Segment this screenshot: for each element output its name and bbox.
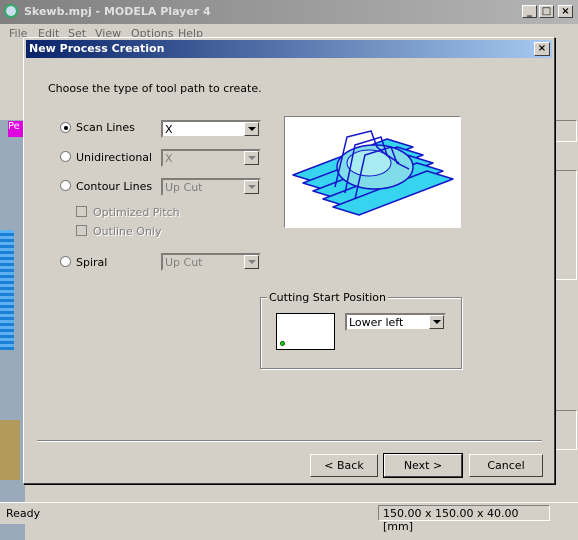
new-process-dialog: New Process Creation × Choose the type o… bbox=[23, 37, 555, 484]
start-position-marker bbox=[280, 341, 285, 346]
dialog-close-button[interactable]: × bbox=[534, 42, 550, 56]
chevron-down-icon[interactable] bbox=[244, 255, 259, 269]
dialog-separator bbox=[37, 440, 542, 442]
dialog-title: New Process Creation bbox=[29, 42, 165, 55]
outline-only-checkbox[interactable] bbox=[76, 225, 87, 236]
start-position-preview bbox=[276, 313, 335, 350]
contour-lines-cut-select[interactable]: Up Cut bbox=[161, 178, 261, 196]
unidirectional-radio[interactable] bbox=[60, 151, 71, 162]
model-viewport[interactable] bbox=[0, 120, 25, 540]
status-bar: Ready 150.00 x 150.00 x 40.00 [mm] bbox=[0, 502, 578, 533]
scan-lines-illustration bbox=[292, 130, 454, 216]
panel-dropdown[interactable] bbox=[555, 120, 577, 142]
scan-lines-radio[interactable] bbox=[60, 122, 71, 133]
unidirectional-label: Unidirectional bbox=[76, 151, 153, 164]
model-graphic bbox=[0, 420, 20, 480]
optimized-pitch-checkbox[interactable] bbox=[76, 206, 87, 217]
contour-lines-cut-value: Up Cut bbox=[165, 181, 203, 194]
unidirectional-direction-select[interactable]: X bbox=[161, 149, 261, 167]
cutting-start-select[interactable]: Lower left bbox=[345, 313, 446, 331]
app-title-bar: Skewb.mpj - MODELA Player 4 _ □ × bbox=[0, 0, 578, 24]
spiral-label: Spiral bbox=[76, 256, 108, 269]
app-title: Skewb.mpj - MODELA Player 4 bbox=[24, 5, 211, 18]
chevron-down-icon[interactable] bbox=[244, 180, 259, 194]
app-icon bbox=[4, 4, 18, 18]
chevron-down-icon[interactable] bbox=[244, 122, 259, 136]
panel-list[interactable] bbox=[555, 170, 577, 280]
status-dimensions: 150.00 x 150.00 x 40.00 [mm] bbox=[378, 505, 550, 533]
chevron-down-icon[interactable] bbox=[244, 151, 259, 165]
cutting-start-label: Cutting Start Position bbox=[267, 291, 388, 304]
close-button[interactable]: × bbox=[558, 5, 573, 18]
toolpath-graphic bbox=[0, 230, 14, 350]
panel-button[interactable] bbox=[555, 410, 577, 450]
cancel-button[interactable]: Cancel bbox=[469, 454, 543, 477]
contour-lines-radio[interactable] bbox=[60, 180, 71, 191]
toolpath-preview-image bbox=[284, 116, 461, 228]
unidirectional-direction-value: X bbox=[165, 152, 173, 165]
spiral-cut-select[interactable]: Up Cut bbox=[161, 253, 261, 271]
scan-lines-direction-select[interactable]: X bbox=[161, 120, 261, 138]
spiral-cut-value: Up Cut bbox=[165, 256, 203, 269]
cutting-start-value: Lower left bbox=[349, 316, 404, 329]
optimized-pitch-label: Optimized Pitch bbox=[93, 206, 180, 219]
scan-lines-direction-value: X bbox=[165, 123, 173, 136]
minimize-button[interactable]: _ bbox=[522, 5, 537, 18]
scan-lines-label: Scan Lines bbox=[76, 121, 135, 134]
spiral-radio[interactable] bbox=[60, 256, 71, 267]
right-panel bbox=[555, 120, 578, 540]
back-button[interactable]: < Back bbox=[310, 454, 378, 477]
maximize-button[interactable]: □ bbox=[539, 5, 554, 18]
dialog-title-bar: New Process Creation × bbox=[26, 40, 552, 58]
status-text: Ready bbox=[6, 507, 41, 520]
chevron-down-icon[interactable] bbox=[429, 315, 444, 329]
instruction-text: Choose the type of tool path to create. bbox=[48, 82, 262, 95]
contour-lines-label: Contour Lines bbox=[76, 180, 153, 193]
outline-only-label: Outline Only bbox=[93, 225, 162, 238]
next-button[interactable]: Next > bbox=[383, 453, 463, 478]
